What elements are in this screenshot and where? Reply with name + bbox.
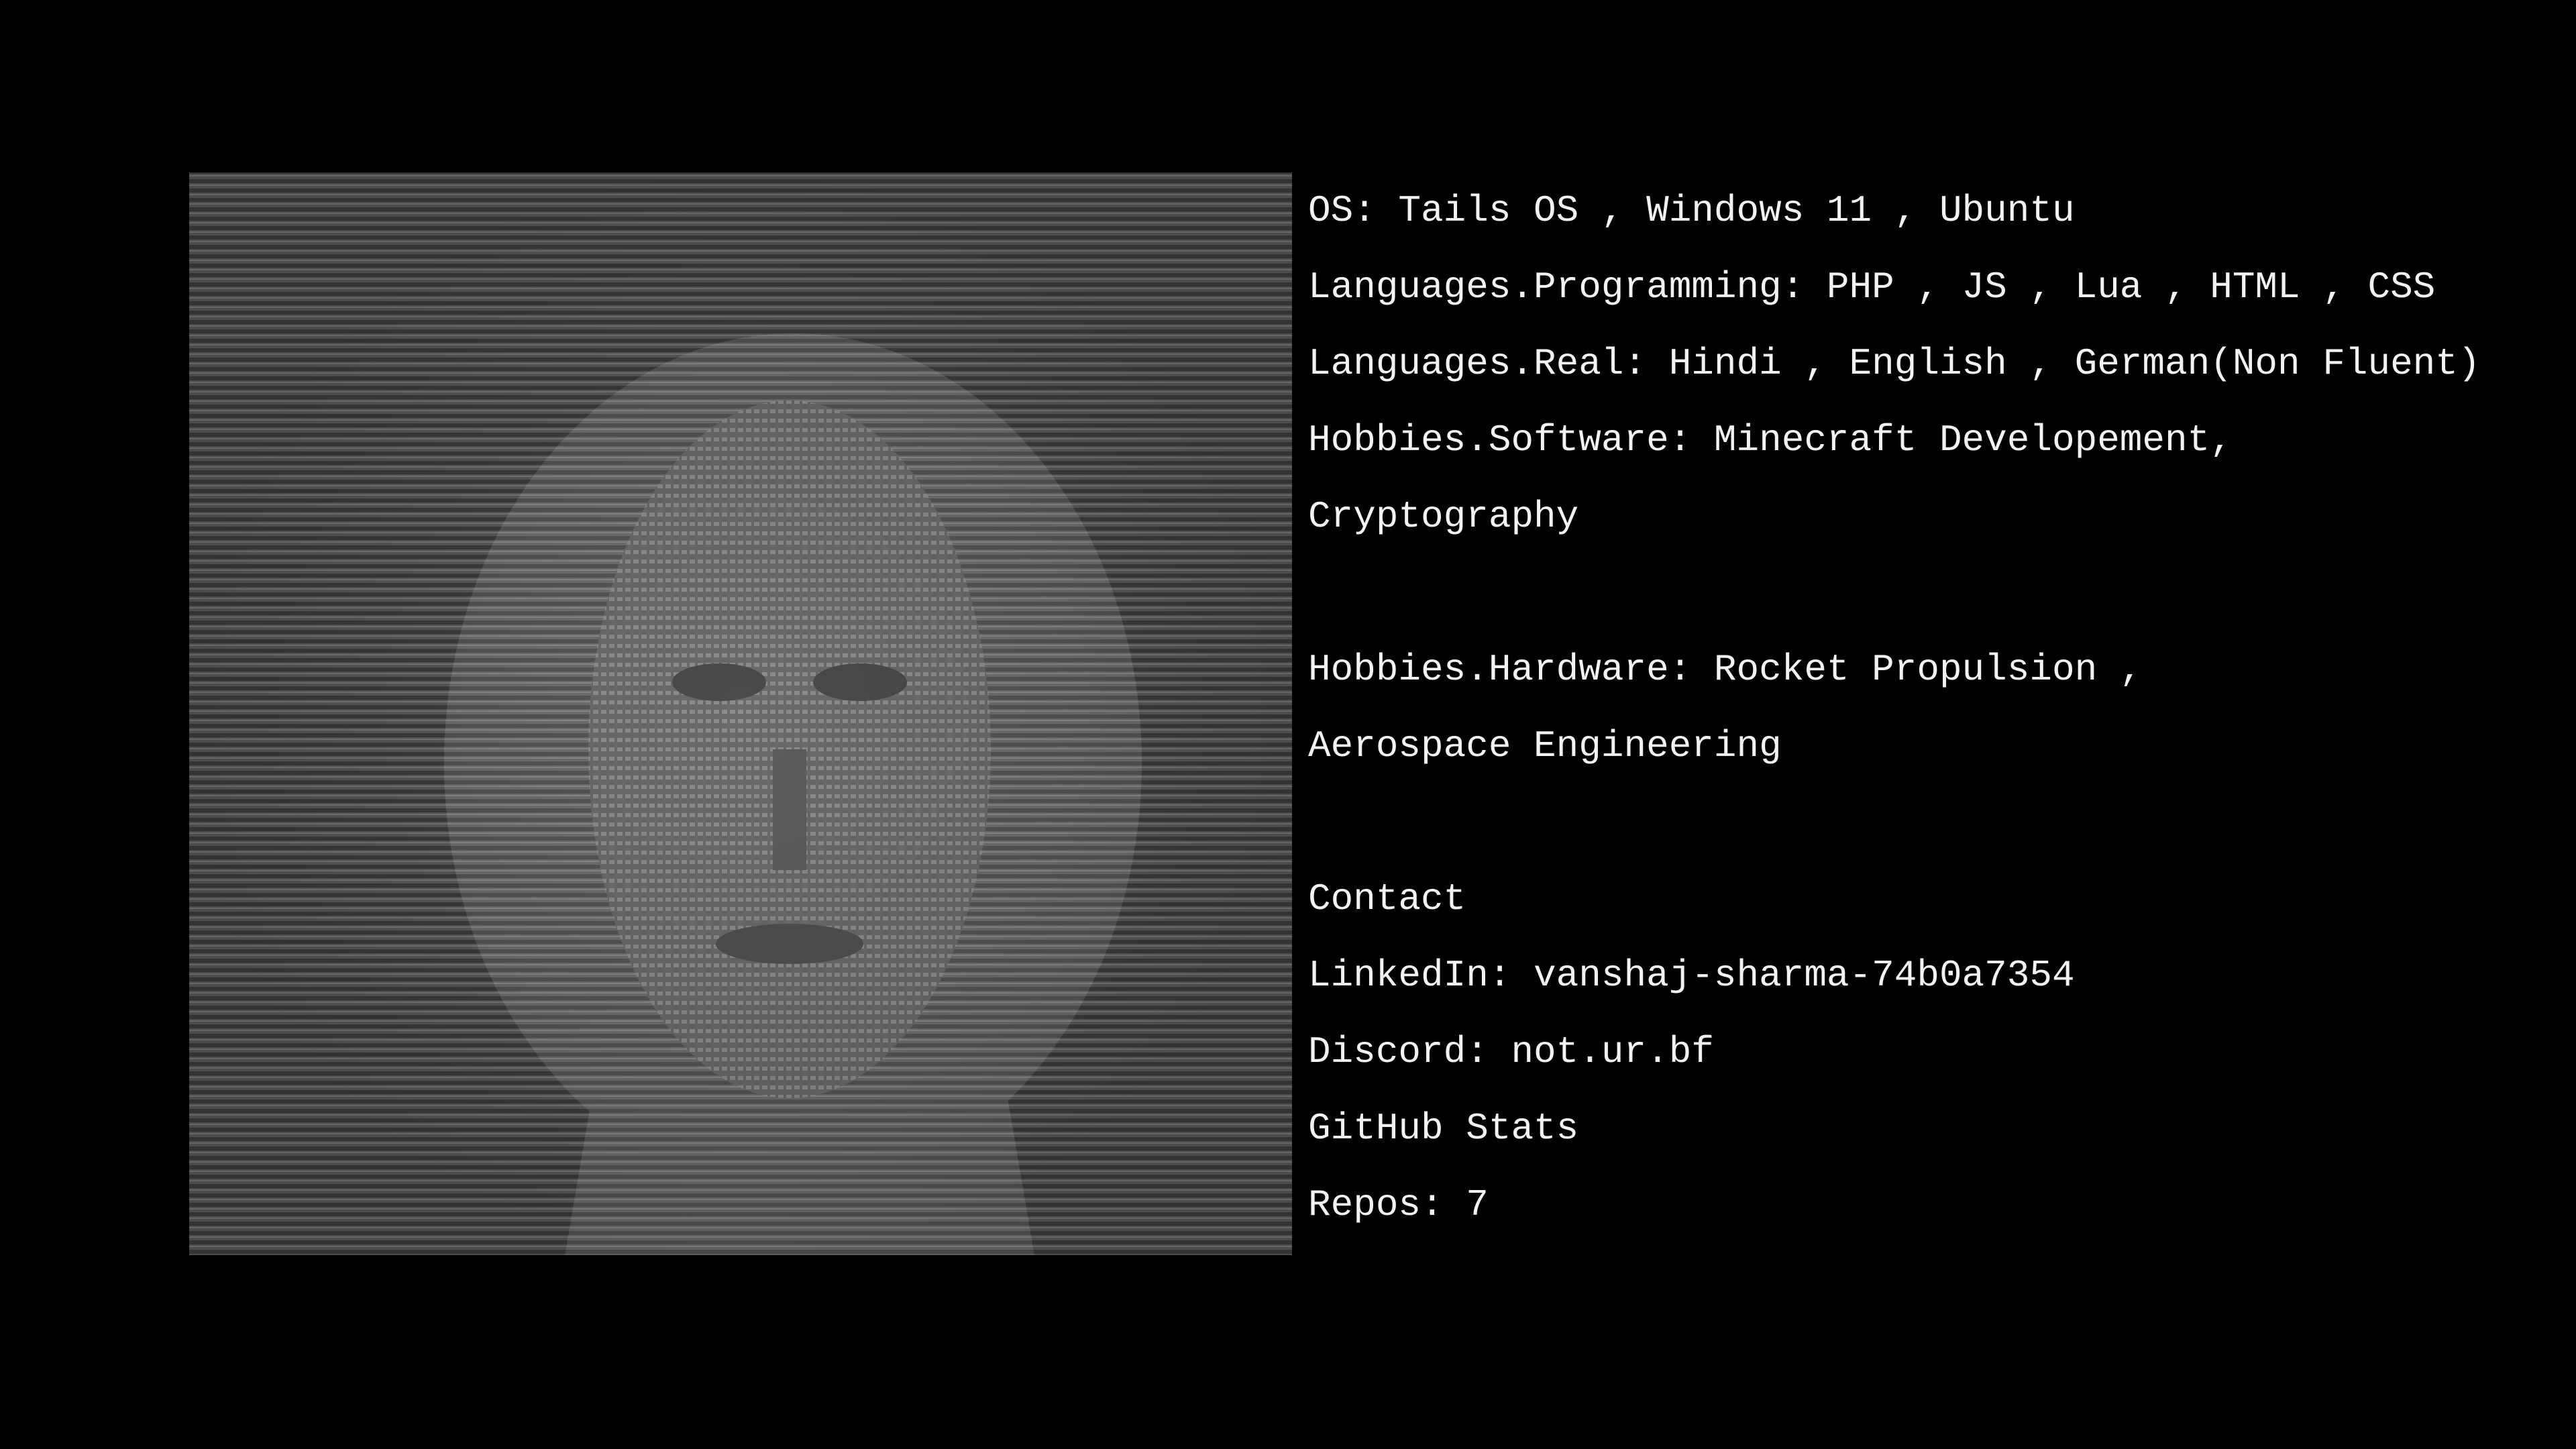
programming-languages-line: Languages.Programming: PHP , JS , Lua , … [1308, 266, 2436, 309]
profile-info-panel: OS: Tails OS , Windows 11 , Ubuntu Langu… [1308, 172, 2569, 1243]
software-hobbies-line: Hobbies.Software: Minecraft Developement… [1308, 419, 2233, 462]
github-stats-heading: GitHub Stats [1308, 1107, 1579, 1150]
ascii-portrait-icon [189, 172, 1292, 1255]
profile-page: OS: Tails OS , Windows 11 , Ubuntu Langu… [0, 0, 2576, 1449]
software-hobbies-continued-line: Cryptography [1308, 495, 1579, 538]
discord-line: Discord: not.ur.bf [1308, 1030, 1714, 1073]
ascii-portrait-image [189, 172, 1292, 1255]
hardware-hobbies-line: Hobbies.Hardware: Rocket Propulsion , [1308, 648, 2143, 691]
spoken-languages-line: Languages.Real: Hindi , English , German… [1308, 342, 2481, 385]
repos-count-line: Repos: 7 [1308, 1183, 1489, 1226]
contact-heading: Contact [1308, 877, 1466, 920]
os-line: OS: Tails OS , Windows 11 , Ubuntu [1308, 189, 2075, 232]
hardware-hobbies-continued-line: Aerospace Engineering [1308, 724, 1782, 767]
linkedin-line[interactable]: LinkedIn: vanshaj-sharma-74b0a7354 [1308, 937, 2569, 1014]
